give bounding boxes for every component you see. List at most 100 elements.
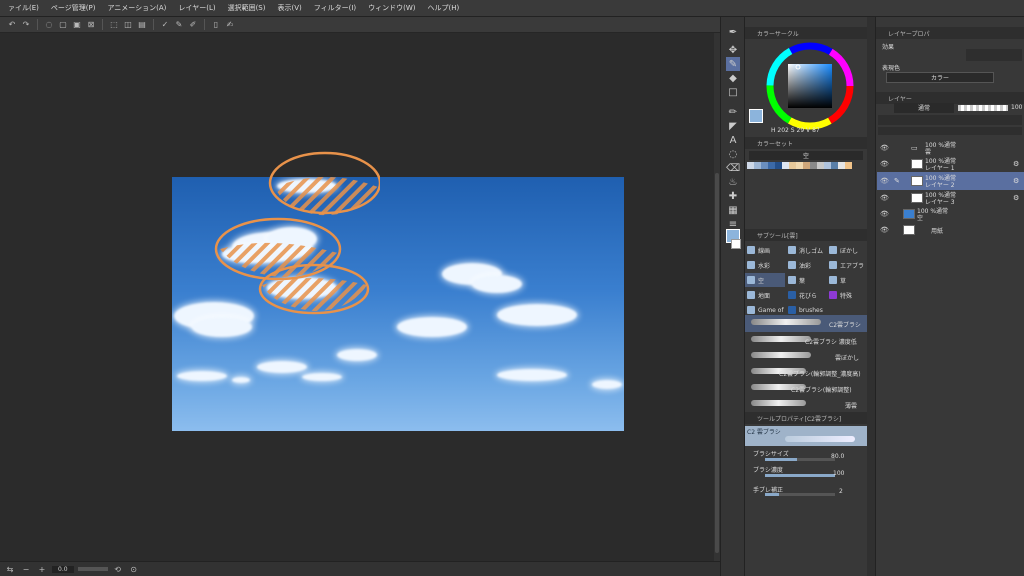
brush-list-item-selected[interactable]: C2雲ブラシ: [745, 315, 867, 332]
menu-view[interactable]: 表示(V): [271, 3, 307, 13]
zoom-slider[interactable]: [77, 567, 108, 571]
edit-icon[interactable]: ✍: [224, 19, 236, 31]
blend-tool-icon[interactable]: ♨: [726, 175, 740, 189]
figure-tool-icon[interactable]: ✚: [726, 189, 740, 203]
text-tool-icon[interactable]: A: [726, 133, 740, 147]
menu-layer[interactable]: レイヤー(L): [172, 3, 221, 13]
visibility-eye-icon[interactable]: 👁: [880, 160, 889, 168]
cloud-shape: [337, 349, 377, 361]
stabilization-value[interactable]: 2: [839, 488, 843, 495]
brush-size-fill: [765, 458, 797, 461]
blend-mode-dropdown[interactable]: 通常: [894, 103, 954, 113]
invert-icon[interactable]: ◫: [122, 19, 134, 31]
brush-list-item[interactable]: 薄雲: [745, 396, 867, 412]
color-set-dropdown[interactable]: 空: [749, 151, 863, 160]
reset-icon[interactable]: ⊙: [128, 563, 140, 575]
brush-size-value[interactable]: 80.0: [831, 453, 844, 460]
layer-toolbar[interactable]: [878, 115, 1022, 125]
expression-color-dropdown[interactable]: カラー: [886, 72, 994, 83]
annotation-hatch: [275, 177, 378, 216]
check-icon[interactable]: ✓: [159, 19, 171, 31]
brush-density-value[interactable]: 100: [833, 470, 844, 477]
operation-tool-icon[interactable]: ◌: [726, 147, 740, 161]
layer-row-paper[interactable]: 👁 用紙: [877, 221, 1024, 239]
cloud-shape: [497, 304, 577, 326]
layer-row[interactable]: 👁 100 %通常 レイヤー 1 ⚙: [877, 155, 1024, 173]
color-wheel[interactable]: [765, 41, 855, 131]
cloud-shape: [397, 317, 467, 337]
current-color-swatch[interactable]: [749, 109, 763, 123]
menu-window[interactable]: ウィンドウ(W): [362, 3, 421, 13]
brush-density-slider[interactable]: [765, 474, 835, 477]
sub-color-swatch[interactable]: [731, 239, 741, 249]
layer-thumbnail: [911, 176, 923, 186]
navigator-icon[interactable]: ⇆: [4, 563, 16, 575]
brush-stroke-preview: [751, 352, 811, 358]
layer-toolbar-secondary[interactable]: [878, 127, 1022, 135]
brush-list-item[interactable]: C2雲ブラシ(輪郭調整): [745, 380, 867, 396]
menu-page[interactable]: ページ管理(P): [45, 3, 102, 13]
undo-icon[interactable]: ↶: [6, 19, 18, 31]
layer-row-selected[interactable]: 👁 ✎ 100 %通常 レイヤー 2 ⚙: [877, 172, 1024, 190]
cancel-selection-icon[interactable]: ⊠: [85, 19, 97, 31]
menu-filter[interactable]: フィルター(I): [308, 3, 362, 13]
pen-check-icon[interactable]: ✐: [187, 19, 199, 31]
brush-list-item[interactable]: C2雲ブラシ(輪郭調整_濃度高): [745, 364, 867, 380]
middle-panel-scrollbar[interactable]: [867, 17, 875, 576]
cloud-shape: [257, 361, 307, 373]
separator: [204, 19, 205, 30]
effect-buttons[interactable]: [966, 49, 1022, 61]
fill-tool-icon[interactable]: ◆: [726, 71, 740, 85]
move-tool-icon[interactable]: ✥: [726, 43, 740, 57]
document-icon[interactable]: ▯: [210, 19, 222, 31]
rotate-icon[interactable]: ⟲: [112, 563, 124, 575]
menu-selection[interactable]: 選択範囲(S): [222, 3, 272, 13]
zoom-field[interactable]: 0.0: [52, 565, 74, 573]
tool-property-header: ツールプロパティ[C2雲ブラシ]: [745, 412, 867, 424]
visibility-eye-icon[interactable]: 👁: [880, 194, 889, 202]
layer-thumbnail: [903, 209, 915, 219]
visibility-eye-icon[interactable]: 👁: [880, 210, 889, 218]
zoom-out-icon[interactable]: −: [20, 563, 32, 575]
menu-file[interactable]: ァイル(E): [2, 3, 45, 13]
zoom-in-icon[interactable]: +: [36, 563, 48, 575]
crop-icon[interactable]: ▣: [71, 19, 83, 31]
opacity-slider[interactable]: [958, 105, 1008, 111]
sub-tool-group-item-selected[interactable]: 空: [745, 273, 785, 287]
pencil-tool-icon[interactable]: ✏: [726, 105, 740, 119]
brush-list: C2雲ブラシ C2雲ブラシ 濃度低 雲ぼかし C2雲ブラシ(輪郭調整_濃度高) …: [745, 315, 867, 415]
color-wheel-header: カラーサークル: [745, 27, 867, 39]
rectangle-tool-icon[interactable]: □: [726, 85, 740, 99]
brush-tool-icon[interactable]: ✎: [726, 57, 740, 71]
menu-animation[interactable]: アニメーション(A): [101, 3, 172, 13]
layer-thumbnail: [911, 193, 923, 203]
brush-size-slider[interactable]: [765, 458, 835, 461]
visibility-eye-icon[interactable]: 👁: [880, 177, 889, 185]
select-all-icon[interactable]: ⬚: [108, 19, 120, 31]
clear-icon[interactable]: ▢: [57, 19, 69, 31]
frame-tool-icon[interactable]: ▦: [726, 203, 740, 217]
redo-icon[interactable]: ↷: [20, 19, 32, 31]
pen-tool-icon[interactable]: ✒: [726, 25, 740, 39]
brush-check-icon[interactable]: ✎: [173, 19, 185, 31]
eraser-tool-icon[interactable]: ⌫: [726, 161, 740, 175]
loading-icon[interactable]: ◌: [43, 19, 55, 31]
visibility-eye-icon[interactable]: 👁: [880, 226, 889, 234]
cloud-shape: [192, 317, 252, 337]
menu-help[interactable]: ヘルプ(H): [422, 3, 466, 13]
color-set-swatches[interactable]: [747, 162, 863, 176]
effect-label: 効果: [882, 44, 895, 51]
brush-list-item[interactable]: 雲ぼかし: [745, 348, 867, 364]
ruler-tool-icon[interactable]: ◤: [726, 119, 740, 133]
scrollbar-thumb[interactable]: [715, 173, 719, 553]
visibility-eye-icon[interactable]: 👁: [880, 144, 889, 152]
layer-link-icon: ⚙: [1013, 177, 1020, 185]
brush-density-label: ブラシ濃度: [753, 467, 783, 474]
fill-icon[interactable]: ▤: [136, 19, 148, 31]
stabilization-slider[interactable]: [765, 493, 835, 496]
brush-list-item[interactable]: C2雲ブラシ 濃度低: [745, 332, 867, 348]
layer-thumbnail: [911, 159, 923, 169]
opacity-value[interactable]: 100: [1011, 104, 1022, 111]
separator: [37, 19, 38, 30]
color-set-header: カラーセット: [745, 137, 867, 149]
